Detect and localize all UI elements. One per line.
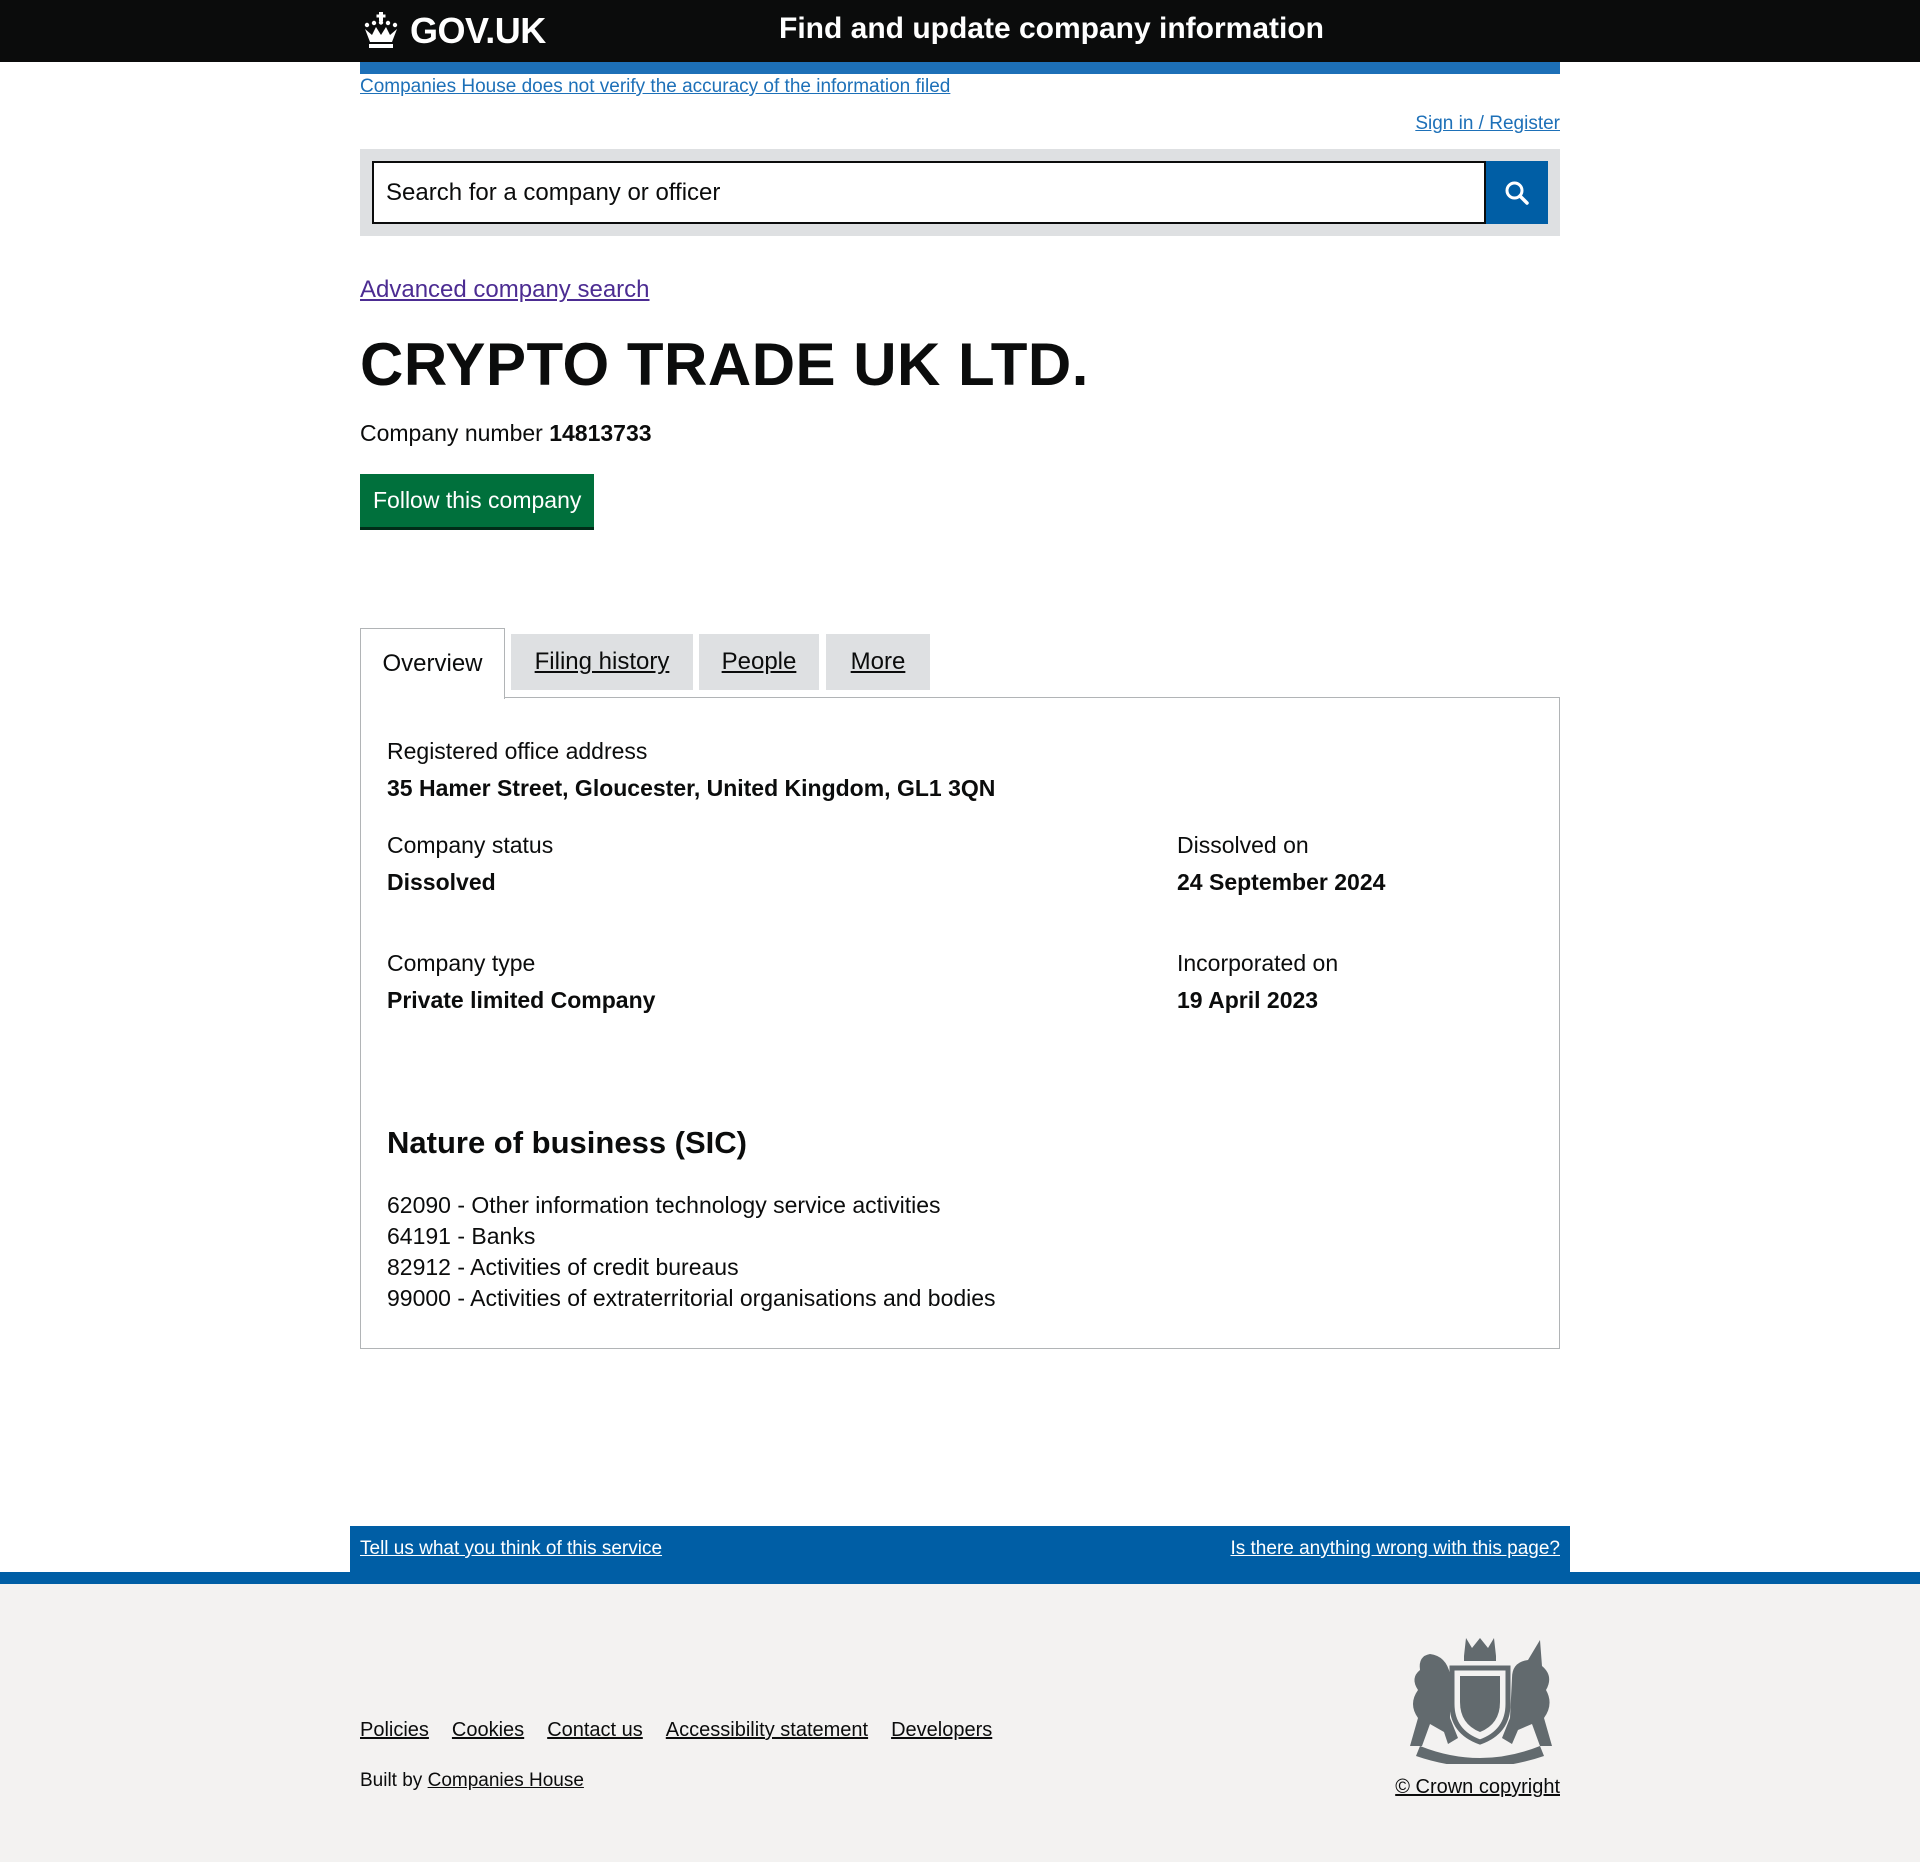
crown-copyright-link[interactable]: © Crown copyright	[1395, 1776, 1560, 1799]
tab-people[interactable]: People	[699, 634, 819, 690]
overview-panel: Registered office address 35 Hamer Stree…	[360, 697, 1560, 1349]
dissolved-value: 24 September 2024	[1177, 869, 1386, 895]
sic-item: 82912 - Activities of credit bureaus	[387, 1254, 739, 1280]
sic-item: 99000 - Activities of extraterritorial o…	[387, 1285, 996, 1311]
search-input[interactable]	[372, 161, 1486, 224]
status-value: Dissolved	[387, 869, 496, 895]
header-inner: GOV.UK Find and update company informati…	[360, 0, 1560, 62]
crown-icon	[364, 12, 398, 48]
address-value: 35 Hamer Street, Gloucester, United King…	[387, 775, 996, 801]
footer-top-border	[0, 1572, 1920, 1584]
tab-overview[interactable]: Overview	[360, 628, 505, 699]
site-header: GOV.UK Find and update company informati…	[0, 0, 1920, 62]
footer-link-developers[interactable]: Developers	[891, 1719, 992, 1742]
sign-in-register-link[interactable]: Sign in / Register	[1415, 113, 1560, 135]
service-name-link[interactable]: Find and update company information	[779, 12, 1324, 46]
follow-company-button[interactable]: Follow this company	[360, 474, 595, 527]
site-footer: Policies Cookies Contact us Accessibilit…	[0, 1584, 1920, 1862]
header-blue-bar	[360, 62, 1560, 74]
type-label: Company type	[387, 950, 536, 976]
footer-link-contact[interactable]: Contact us	[547, 1719, 643, 1742]
sic-heading: Nature of business (SIC)	[387, 1125, 747, 1160]
advanced-company-search-link[interactable]: Advanced company search	[360, 276, 650, 304]
built-by-prefix: Built by	[360, 1770, 423, 1791]
search-icon	[1505, 181, 1529, 205]
disclaimer-link[interactable]: Companies House does not verify the accu…	[360, 76, 950, 98]
tab-filing-history[interactable]: Filing history	[511, 634, 693, 690]
footer-link-accessibility[interactable]: Accessibility statement	[666, 1719, 868, 1742]
logo-text: GOV.UK	[410, 10, 546, 51]
royal-coat-of-arms-icon	[1410, 1638, 1552, 1764]
company-name-heading: CRYPTO TRADE UK LTD.	[360, 331, 1089, 398]
sic-list: 62090 - Other information technology ser…	[387, 1190, 996, 1314]
sic-item: 62090 - Other information technology ser…	[387, 1192, 941, 1218]
companies-house-link[interactable]: Companies House	[428, 1770, 584, 1791]
search-container	[360, 149, 1560, 236]
company-number-label: Company number	[360, 420, 543, 446]
govuk-logo-link[interactable]: GOV.UK	[360, 8, 546, 54]
address-label: Registered office address	[387, 738, 648, 764]
report-problem-link[interactable]: Is there anything wrong with this page?	[1230, 1538, 1560, 1560]
sic-item: 64191 - Banks	[387, 1223, 536, 1249]
dissolved-label: Dissolved on	[1177, 832, 1309, 858]
feedback-bar: Tell us what you think of this service I…	[350, 1526, 1570, 1572]
company-number: Company number 14813733	[360, 420, 652, 447]
feedback-service-link[interactable]: Tell us what you think of this service	[360, 1538, 662, 1560]
type-value: Private limited Company	[387, 987, 656, 1013]
company-number-value: 14813733	[549, 420, 652, 446]
search-button[interactable]	[1486, 161, 1548, 224]
footer-link-policies[interactable]: Policies	[360, 1719, 429, 1742]
status-label: Company status	[387, 832, 554, 858]
footer-links: Policies Cookies Contact us Accessibilit…	[360, 1719, 992, 1742]
incorporated-label: Incorporated on	[1177, 950, 1339, 976]
footer-link-cookies[interactable]: Cookies	[452, 1719, 524, 1742]
tab-more[interactable]: More	[826, 634, 930, 690]
built-by: Built by Companies House	[360, 1770, 584, 1792]
incorporated-value: 19 April 2023	[1177, 987, 1319, 1013]
